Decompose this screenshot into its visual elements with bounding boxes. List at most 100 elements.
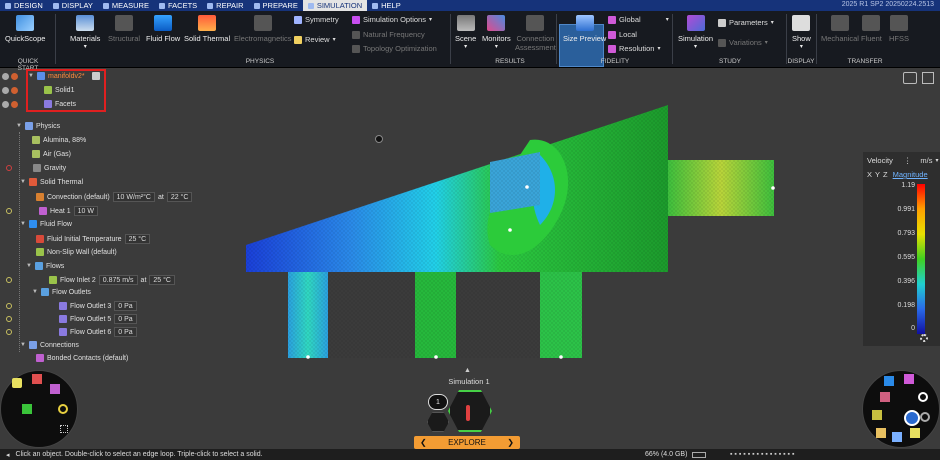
probe-point[interactable] [559,355,563,359]
expand-view-icon[interactable] [922,72,934,84]
variations-button[interactable]: Variations ▾ [718,38,768,47]
snapshot-icon[interactable] [884,376,894,386]
expand-arrow-icon[interactable]: ▼ [16,123,22,129]
tree-node-material-air[interactable]: Air (Gas) [32,150,71,158]
screenshot-icon[interactable] [876,428,886,438]
monitors-button[interactable]: Monitors ▾ [482,15,511,50]
show-button[interactable]: Show ▾ [792,15,811,50]
fit-view-icon[interactable] [880,392,890,402]
expand-arrow-icon[interactable]: ▼ [20,221,26,227]
outlet6-pressure-field[interactable]: 0 Pa [114,327,137,337]
lock-icon[interactable] [11,87,18,94]
orient-icon[interactable] [872,410,882,420]
stage-number-badge[interactable]: 1 [428,394,448,410]
grid-select-icon[interactable] [60,425,68,433]
tree-node-fluid-initial-temp[interactable]: Fluid Initial Temperature 25 °C [36,234,151,244]
gravity-toggle-icon[interactable] [6,165,12,171]
tree-node-flow-outlet-5[interactable]: Flow Outlet 50 Pa [6,314,137,324]
global-button[interactable]: Global ▾ [608,15,669,24]
quickscope-button[interactable]: QuickScope [5,15,45,43]
status-tool-icons[interactable]: ▪ ▪ ▪ ▪ ▪ ▪ ▪ ▪ ▪ ▪ ▪ ▪ ▪ ▪ ▪ [730,451,794,458]
explore-button[interactable]: ❮ Explore ❯ [414,436,520,449]
tab-display[interactable]: Display [48,0,98,11]
zoom-icon[interactable] [920,412,930,422]
expand-arrow-icon[interactable]: ▼ [32,289,38,295]
tab-help[interactable]: Help [367,0,406,11]
tab-prepare[interactable]: Prepare [249,0,303,11]
undo-icon[interactable] [918,392,928,402]
axis-y[interactable]: Y [875,170,880,179]
legend-quantity[interactable]: Velocity ⋮ m/s ▾ [867,156,938,165]
tree-node-material-alumina[interactable]: Alumina, 88% [32,136,86,144]
connection-assessment-button[interactable]: Connection Assessment [515,15,556,52]
tree-node-bonded-contacts[interactable]: Bonded Contacts (default) [36,354,128,362]
outlet3-toggle-icon[interactable] [6,303,12,309]
local-button[interactable]: Local [608,30,637,39]
tree-node-heat[interactable]: Heat 1 10 W [6,206,98,216]
tree-node-convection[interactable]: Convection (default) 10 W/m²°C at 22 °C [36,192,193,202]
heat-toggle-icon[interactable] [6,208,12,214]
axis-z[interactable]: Z [883,170,888,179]
tab-measure[interactable]: Measure [98,0,154,11]
cube-select-icon[interactable] [50,384,60,394]
natural-frequency-button[interactable]: Natural Frequency [352,30,425,39]
axis-magnitude[interactable]: Magnitude [893,170,928,179]
parameters-button[interactable]: Parameters ▾ [718,18,774,27]
unit-dropdown-icon[interactable]: ▾ [935,157,938,164]
scene-button[interactable]: Scene ▾ [455,15,476,50]
solid-thermal-button[interactable]: Solid Thermal [184,15,230,43]
active-stage-hex[interactable] [448,390,492,432]
next-stage-icon[interactable]: ❯ [507,438,514,447]
tree-node-flow-inlet[interactable]: Flow Inlet 2 0.875 m/s at 25 °C [6,275,175,285]
layers-icon[interactable] [910,428,920,438]
tree-node-gravity[interactable]: Gravity [6,164,66,172]
simulation-options-button[interactable]: Simulation Options ▾ [352,15,432,24]
legend-menu-icon[interactable]: ⋮ [904,156,912,165]
expand-arrow-icon[interactable]: ▼ [20,342,26,348]
hfss-button[interactable]: HFSS [889,15,909,43]
review-button[interactable]: Review ▾ [294,35,336,44]
probe-point[interactable] [306,355,310,359]
probe-point[interactable] [434,355,438,359]
probe-point[interactable] [525,185,529,189]
solid-visibility-toggles[interactable] [2,87,18,94]
simulation-button[interactable]: Simulation ▾ [678,15,713,50]
mechanical-button[interactable]: Mechanical [821,15,859,43]
expand-arrow-icon[interactable]: ▼ [20,179,26,185]
inlet-velocity-field[interactable]: 0.875 m/s [98,275,138,285]
tree-node-flow-outlets[interactable]: ▼ Flow Outlets [32,288,91,296]
collapse-arrow-icon[interactable]: ▲ [464,367,471,374]
expand-arrow-icon[interactable]: ▼ [26,263,32,269]
facets-visibility-toggles[interactable] [2,101,18,108]
home-icon[interactable] [32,374,42,384]
tab-facets[interactable]: Facets [154,0,202,11]
eye-icon[interactable] [2,101,9,108]
prev-stage-icon[interactable]: ❮ [420,438,427,447]
fluent-button[interactable]: Fluent [861,15,882,43]
eye-icon[interactable] [2,73,9,80]
outlet3-pressure-field[interactable]: 0 Pa [114,301,137,311]
tree-node-flows[interactable]: ▼ Flows [26,262,64,270]
materials-button[interactable]: Materials ▾ [70,15,100,50]
tree-node-physics[interactable]: ▼ Physics [16,122,60,130]
eye-icon[interactable] [2,87,9,94]
tab-design[interactable]: Design [0,0,48,11]
film-reel-icon[interactable] [58,404,68,414]
inlet-toggle-icon[interactable] [6,277,12,283]
outlet5-pressure-field[interactable]: 0 Pa [114,314,137,324]
view-options-icon[interactable] [903,72,917,84]
topology-optimization-button[interactable]: Topology Optimization [352,44,437,53]
probe-point[interactable] [508,228,512,232]
heat-value-field[interactable]: 10 W [73,206,98,216]
axis-x[interactable]: X [867,170,872,179]
outlet5-toggle-icon[interactable] [6,316,12,322]
select-tool-icon[interactable] [12,378,22,388]
fluid-flow-button[interactable]: Fluid Flow [146,15,180,43]
legend-settings-gear-icon[interactable] [920,334,928,342]
lock-icon[interactable] [11,101,18,108]
convection-temp-field[interactable]: 22 °C [166,192,193,202]
fluid-initial-temp-field[interactable]: 25 °C [124,234,151,244]
structural-button[interactable]: Structural [108,15,140,43]
outlet6-toggle-icon[interactable] [6,329,12,335]
cube-view-icon[interactable] [904,374,914,384]
